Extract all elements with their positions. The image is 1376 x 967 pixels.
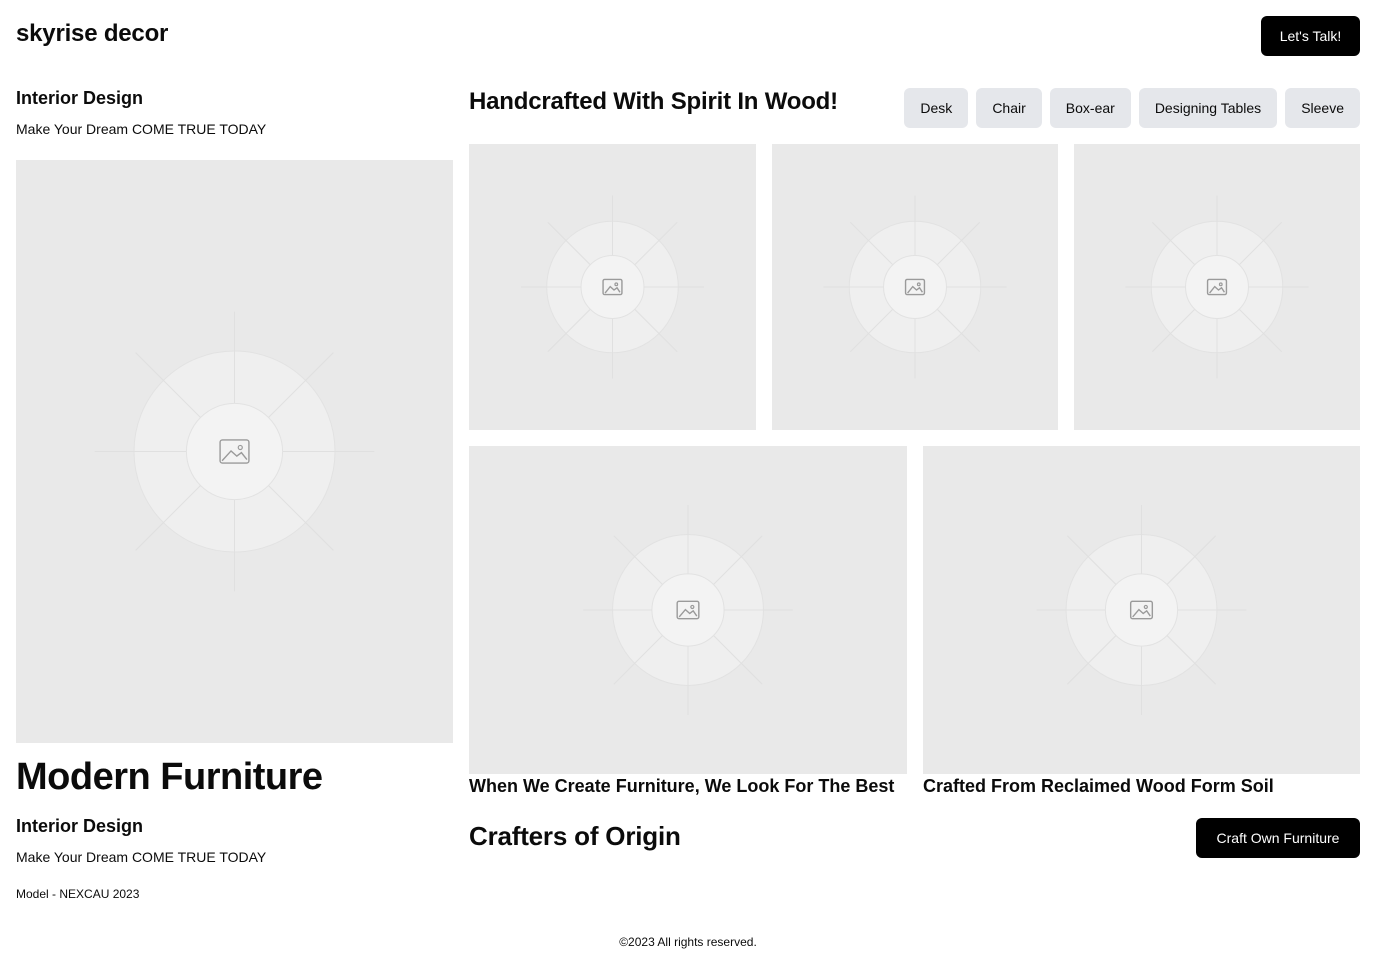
- gallery-title: Handcrafted With Spirit In Wood!: [469, 88, 838, 115]
- gallery-image[interactable]: [469, 446, 907, 774]
- gallery-caption: When We Create Furniture, We Look For Th…: [469, 776, 895, 796]
- left-intro: Interior Design Make Your Dream COME TRU…: [16, 88, 453, 137]
- hero-title: Modern Furniture: [16, 756, 323, 798]
- gallery-image[interactable]: [1074, 144, 1360, 430]
- left-details: Interior Design Make Your Dream COME TRU…: [16, 816, 453, 901]
- chip-box-ear[interactable]: Box-ear: [1049, 88, 1131, 128]
- tagline: Make Your Dream COME TRUE TODAY: [16, 121, 267, 137]
- gallery-image[interactable]: [772, 144, 1058, 430]
- craft-own-furniture-button[interactable]: Craft Own Furniture: [1196, 818, 1360, 858]
- section-heading: Interior Design: [16, 88, 144, 108]
- model-label: Model - NEXCAU 2023: [16, 887, 140, 901]
- placeholder-graphic: [94, 311, 375, 592]
- placeholder-graphic: [1125, 195, 1309, 379]
- crafters-title: Crafters of Origin: [469, 821, 681, 851]
- chip-designing-tables[interactable]: Designing Tables: [1138, 88, 1278, 128]
- section-heading: Interior Design: [16, 816, 144, 836]
- gallery-caption: Crafted From Reclaimed Wood Form Soil: [923, 776, 1274, 796]
- gallery-image[interactable]: [923, 446, 1360, 774]
- placeholder-graphic: [823, 195, 1007, 379]
- placeholder-graphic: [1036, 505, 1247, 715]
- footer-copyright: ©2023 All rights reserved.: [619, 935, 757, 949]
- gallery-image[interactable]: [469, 144, 756, 430]
- chip-chair[interactable]: Chair: [976, 88, 1042, 128]
- tagline: Make Your Dream COME TRUE TODAY: [16, 849, 267, 865]
- chip-sleeve[interactable]: Sleeve: [1285, 88, 1360, 128]
- hero-image: [16, 160, 453, 743]
- placeholder-graphic: [583, 505, 793, 715]
- brand-logo[interactable]: skyrise decor: [16, 20, 168, 48]
- category-filters: Desk Chair Box-ear Designing Tables Slee…: [904, 88, 1360, 128]
- lets-talk-button[interactable]: Let's Talk!: [1261, 16, 1360, 56]
- chip-desk[interactable]: Desk: [904, 88, 969, 128]
- placeholder-graphic: [520, 195, 705, 379]
